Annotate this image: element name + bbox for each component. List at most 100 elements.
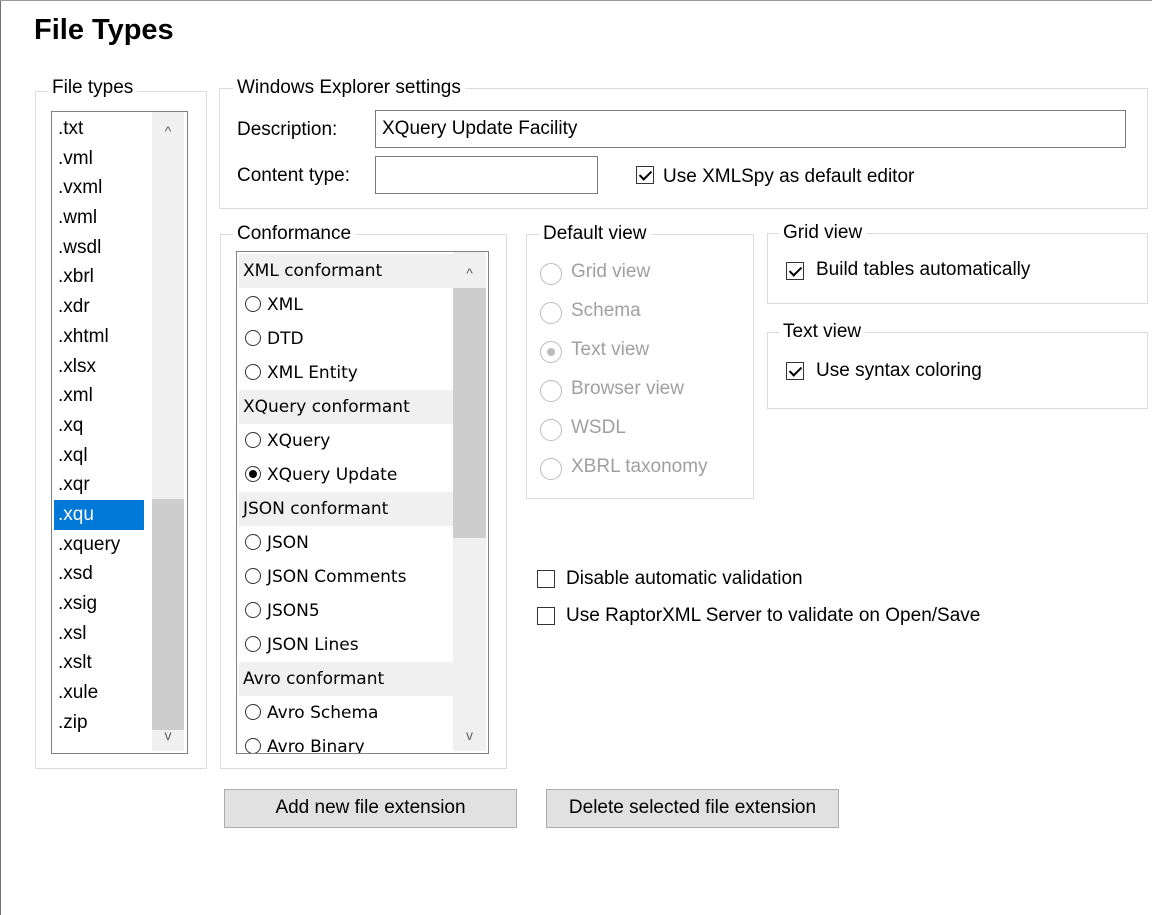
build-tables-label[interactable]: Build tables automatically xyxy=(816,258,1030,282)
windows-explorer-legend: Windows Explorer settings xyxy=(233,77,465,99)
conformance-option[interactable]: JSON xyxy=(239,526,453,560)
raptorxml-validation-checkbox[interactable] xyxy=(537,607,555,625)
file-type-item[interactable]: .vml xyxy=(54,144,144,174)
conformance-option-label: XQuery Update xyxy=(267,465,398,485)
file-type-item[interactable]: .xql xyxy=(54,441,144,471)
conformance-legend: Conformance xyxy=(233,223,356,245)
conformance-scroll-thumb[interactable] xyxy=(453,288,486,538)
radio-button[interactable] xyxy=(245,568,261,584)
file-type-item[interactable]: .xsl xyxy=(54,619,144,649)
default-view-legend: Default view xyxy=(539,223,651,245)
syntax-coloring-checkbox[interactable] xyxy=(786,362,804,380)
radio-button[interactable] xyxy=(245,364,261,380)
conformance-option-label: Avro Binary xyxy=(267,737,365,754)
disable-validation-checkbox[interactable] xyxy=(537,570,555,588)
radio-button[interactable] xyxy=(245,296,261,312)
file-type-item[interactable]: .xml xyxy=(54,381,144,411)
default-view-option-label: WSDL xyxy=(571,417,626,438)
file-type-item[interactable]: .xdr xyxy=(54,292,144,322)
conformance-list[interactable]: XML conformant XML DTD XML Entity XQuery con… xyxy=(236,251,489,754)
conformance-scrollbar[interactable]: ^ v xyxy=(453,252,486,751)
text-view-legend: Text view xyxy=(779,321,866,343)
conformance-option[interactable]: Avro Binary xyxy=(239,730,453,754)
default-editor-label[interactable]: Use XMLSpy as default editor xyxy=(663,165,914,189)
file-type-item[interactable]: .xule xyxy=(54,678,144,708)
conformance-option-label: JSON Lines xyxy=(267,635,359,655)
file-type-item[interactable]: .xquery xyxy=(54,530,144,560)
default-view-radio xyxy=(540,419,562,441)
file-types-list[interactable]: .txt .vml .vxml .wml .wsdl .xbrl .xdr .xhtml .xl… xyxy=(51,111,188,754)
conformance-category-header: XML conformant xyxy=(239,254,453,288)
default-view-radio xyxy=(540,458,562,480)
file-type-item[interactable]: .xqu xyxy=(54,499,144,530)
conformance-option-label: JSON Comments xyxy=(267,567,407,587)
conformance-option[interactable]: JSON5 xyxy=(239,594,453,628)
radio-button[interactable] xyxy=(245,432,261,448)
radio-button[interactable] xyxy=(245,636,261,652)
conformance-option[interactable]: XQuery xyxy=(239,424,453,458)
radio-button[interactable] xyxy=(245,704,261,720)
build-tables-checkbox[interactable] xyxy=(786,262,804,280)
file-type-item[interactable]: .txt xyxy=(54,114,144,144)
default-view-option-label: Grid view xyxy=(571,261,651,282)
file-type-item[interactable]: .zip xyxy=(54,708,144,738)
syntax-coloring-label[interactable]: Use syntax coloring xyxy=(816,359,982,383)
scroll-down-icon[interactable]: v xyxy=(152,726,184,744)
delete-file-extension-button[interactable]: Delete selected file extension xyxy=(546,789,839,828)
scroll-up-icon[interactable]: ^ xyxy=(453,264,486,282)
conformance-option[interactable]: XML Entity xyxy=(239,356,453,390)
file-type-item[interactable]: .xq xyxy=(54,411,144,441)
radio-button[interactable] xyxy=(245,466,261,482)
content-type-input[interactable] xyxy=(375,156,598,194)
conformance-option[interactable]: DTD xyxy=(239,322,453,356)
raptorxml-validation-label[interactable]: Use RaptorXML Server to validate on Open… xyxy=(566,604,980,628)
conformance-category-header: JSON conformant xyxy=(239,492,453,526)
file-types-scroll-thumb[interactable] xyxy=(152,499,184,730)
conformance-option[interactable]: XML xyxy=(239,288,453,322)
file-type-item[interactable]: .wml xyxy=(54,203,144,233)
page-title: File Types xyxy=(34,14,174,46)
default-view-option-label: Browser view xyxy=(571,378,684,399)
description-input[interactable]: XQuery Update Facility xyxy=(375,110,1126,148)
conformance-option[interactable]: JSON Comments xyxy=(239,560,453,594)
radio-button[interactable] xyxy=(245,738,261,753)
file-type-item[interactable]: .xsd xyxy=(54,559,144,589)
file-type-item[interactable]: .xbrl xyxy=(54,262,144,292)
default-view-radio xyxy=(540,263,562,285)
default-editor-checkbox[interactable] xyxy=(636,166,654,184)
conformance-items: XML conformant XML DTD XML Entity XQuery con… xyxy=(239,254,453,754)
default-view-option-label: Schema xyxy=(571,300,641,321)
add-file-extension-button[interactable]: Add new file extension xyxy=(224,789,517,828)
file-type-item[interactable]: .xslt xyxy=(54,648,144,678)
conformance-category-header: Avro conformant xyxy=(239,662,453,696)
grid-view-legend: Grid view xyxy=(779,222,867,244)
file-type-item[interactable]: .vxml xyxy=(54,173,144,203)
conformance-option-label: XML Entity xyxy=(267,363,358,383)
file-type-item[interactable]: .xhtml xyxy=(54,322,144,352)
scroll-up-icon[interactable]: ^ xyxy=(152,122,184,140)
content-type-label: Content type: xyxy=(237,165,351,186)
file-type-item[interactable]: .xlsx xyxy=(54,352,144,382)
description-label: Description: xyxy=(237,119,338,140)
radio-button[interactable] xyxy=(245,602,261,618)
conformance-option[interactable]: Avro Schema xyxy=(239,696,453,730)
conformance-option-label: Avro Schema xyxy=(267,703,379,723)
conformance-option-label: DTD xyxy=(267,329,304,349)
file-type-item[interactable]: .wsdl xyxy=(54,233,144,263)
radio-button[interactable] xyxy=(245,330,261,346)
file-types-items: .txt .vml .vxml .wml .wsdl .xbrl .xdr .xhtml .xl… xyxy=(54,114,144,737)
conformance-option-label: JSON5 xyxy=(267,601,320,621)
conformance-category-header: XQuery conformant xyxy=(239,390,453,424)
disable-validation-label[interactable]: Disable automatic validation xyxy=(566,567,803,591)
conformance-option[interactable]: JSON Lines xyxy=(239,628,453,662)
conformance-option-label: XML xyxy=(267,295,303,315)
file-type-item[interactable]: .xsig xyxy=(54,589,144,619)
file-types-scrollbar[interactable]: ^ v xyxy=(152,112,184,751)
default-view-radio xyxy=(540,302,562,324)
conformance-option[interactable]: XQuery Update xyxy=(239,458,453,492)
default-view-option-label: Text view xyxy=(571,339,650,360)
file-type-item[interactable]: .xqr xyxy=(54,470,144,500)
conformance-option-label: XQuery xyxy=(267,431,331,451)
radio-button[interactable] xyxy=(245,534,261,550)
scroll-down-icon[interactable]: v xyxy=(453,726,486,744)
